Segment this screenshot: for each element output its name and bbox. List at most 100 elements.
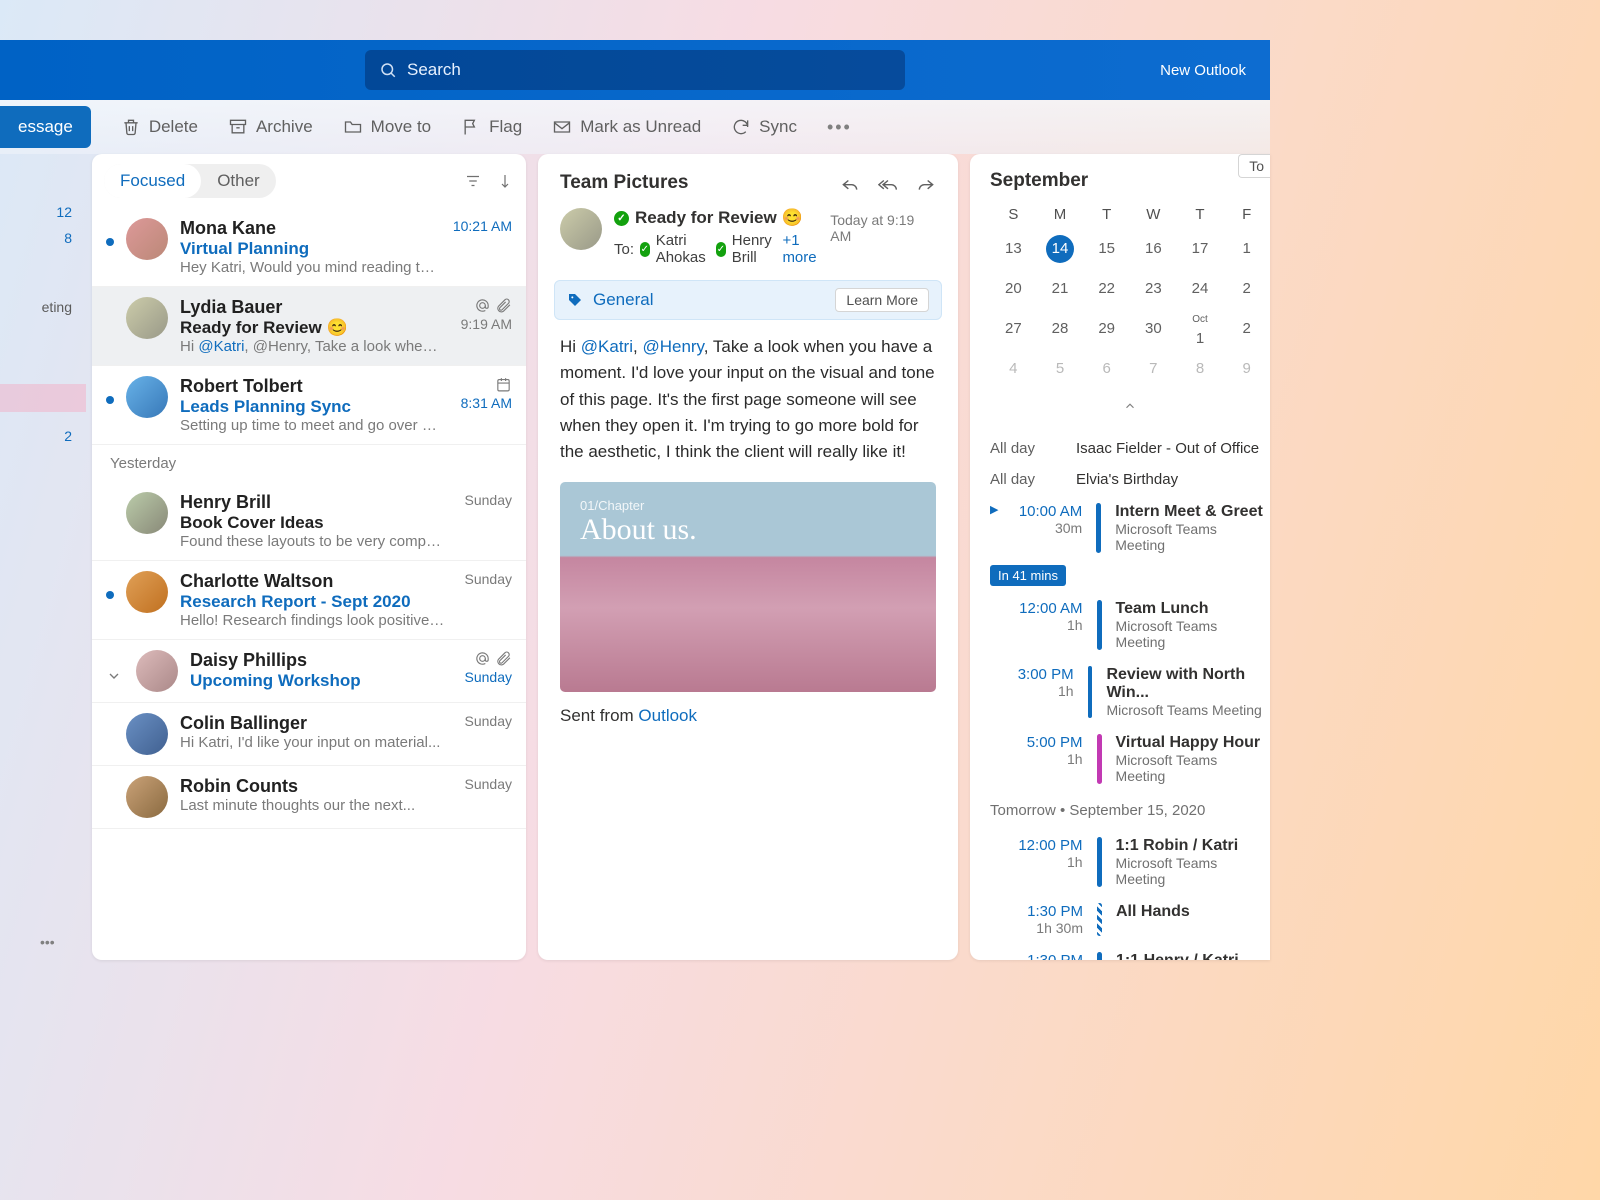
title-bar: Search New Outlook: [0, 40, 1270, 100]
sender: Robert Tolbert: [180, 376, 443, 397]
calendar-day[interactable]: 6: [1083, 355, 1130, 383]
forward-icon[interactable]: [916, 173, 936, 193]
calendar-day[interactable]: 22: [1083, 275, 1130, 303]
calendar-day[interactable]: 20: [990, 275, 1037, 303]
archive-button[interactable]: Archive: [228, 117, 313, 137]
sync-icon: [731, 117, 751, 137]
preview: Found these layouts to be very compellin…: [180, 533, 447, 550]
attachment-image[interactable]: 01/Chapter About us.: [560, 482, 936, 692]
message-item[interactable]: Henry BrillBook Cover IdeasFound these l…: [92, 482, 526, 561]
calendar-day[interactable]: 14: [1046, 235, 1074, 263]
calendar-event[interactable]: 3:00 PM1hReview with North Win...Microso…: [990, 658, 1270, 726]
time: Sunday: [465, 571, 512, 587]
calendar-day[interactable]: 8: [1177, 355, 1224, 383]
calendar-day[interactable]: 5: [1037, 355, 1084, 383]
message-item[interactable]: Colin BallingerHi Katri, I'd like your i…: [92, 703, 526, 766]
calendar-day[interactable]: 4: [990, 355, 1037, 383]
message-item[interactable]: Mona KaneVirtual PlanningHey Katri, Woul…: [92, 208, 526, 287]
calendar-event[interactable]: 12:00 PM1h1:1 Robin / KatriMicrosoft Tea…: [990, 829, 1270, 895]
calendar-day[interactable]: 9: [1223, 355, 1270, 383]
new-outlook-toggle[interactable]: New Outlook: [1160, 62, 1246, 79]
tab-focused[interactable]: Focused: [104, 164, 201, 198]
calendar-day[interactable]: 17: [1177, 235, 1224, 263]
calendar-day[interactable]: 30: [1130, 315, 1177, 343]
folder-icon: [343, 117, 363, 137]
event-bar: [1097, 600, 1102, 650]
overflow-menu[interactable]: •••: [827, 117, 852, 138]
avatar: [126, 571, 168, 613]
calendar-day[interactable]: 15: [1083, 235, 1130, 263]
move-to-button[interactable]: Move to: [343, 117, 431, 137]
calendar-day[interactable]: 21: [1037, 275, 1084, 303]
sort-icon[interactable]: [496, 172, 514, 190]
folder-label: eting: [42, 299, 72, 315]
current-time-icon: ▶: [990, 503, 998, 553]
calendar-icon: [495, 376, 512, 393]
calendar-day[interactable]: 23: [1130, 275, 1177, 303]
window-chrome: [0, 0, 1270, 40]
time: Sunday: [465, 669, 512, 685]
chevron-down-icon[interactable]: [106, 668, 124, 692]
attachment-icon: [495, 650, 512, 667]
avatar: [126, 713, 168, 755]
reply-all-icon[interactable]: [878, 173, 898, 193]
avatar: [126, 492, 168, 534]
calendar-day[interactable]: 29: [1083, 315, 1130, 343]
event-bar: [1088, 666, 1093, 718]
calendar-event[interactable]: ▶10:00 AM30mIntern Meet & GreetMicrosoft…: [990, 495, 1270, 561]
time: Sunday: [465, 492, 512, 508]
mention[interactable]: @Katri: [581, 337, 633, 356]
time: Sunday: [465, 713, 512, 729]
today-button[interactable]: To: [1238, 154, 1270, 178]
mention-icon: [474, 650, 491, 667]
allday-event[interactable]: All dayElvia's Birthday: [990, 464, 1270, 495]
reply-icon[interactable]: [840, 173, 860, 193]
category-color-row[interactable]: [0, 384, 86, 412]
new-message-button[interactable]: essage: [0, 106, 91, 148]
outlook-link[interactable]: Outlook: [638, 706, 697, 725]
calendar-day[interactable]: 27: [990, 315, 1037, 343]
search-input[interactable]: Search: [365, 50, 905, 90]
flag-button[interactable]: Flag: [461, 117, 522, 137]
calendar-day[interactable]: Oct1: [1177, 315, 1224, 343]
calendar-day[interactable]: 13: [990, 235, 1037, 263]
sync-button[interactable]: Sync: [731, 117, 797, 137]
message-item[interactable]: Robert TolbertLeads Planning SyncSetting…: [92, 366, 526, 445]
allday-event[interactable]: All dayIsaac Fielder - Out of Office: [990, 433, 1270, 464]
calendar-day[interactable]: 16: [1130, 235, 1177, 263]
message-item[interactable]: Robin CountsLast minute thoughts our the…: [92, 766, 526, 829]
calendar-event[interactable]: 1:30 PM1:1 Henry / Katri: [990, 944, 1270, 960]
tomorrow-label: Tomorrow • September 15, 2020: [990, 802, 1270, 819]
focused-other-toggle[interactable]: Focused Other: [104, 164, 276, 198]
recipient[interactable]: Henry Brill: [732, 232, 777, 266]
nav-overflow[interactable]: •••: [40, 934, 55, 950]
calendar-day[interactable]: 7: [1130, 355, 1177, 383]
message-item[interactable]: Lydia BauerReady for Review 😊Hi @Katri, …: [92, 287, 526, 366]
calendar-event[interactable]: 12:00 AM1hTeam LunchMicrosoft Teams Meet…: [990, 592, 1270, 658]
category-chip[interactable]: General Learn More: [554, 280, 942, 320]
calendar-day[interactable]: 24: [1177, 275, 1224, 303]
delete-button[interactable]: Delete: [121, 117, 198, 137]
message-item[interactable]: Daisy PhillipsUpcoming WorkshopSunday: [92, 640, 526, 703]
mention[interactable]: @Henry: [642, 337, 703, 356]
sender: Henry Brill: [180, 492, 447, 513]
recipient[interactable]: Katri Ahokas: [656, 232, 710, 266]
collapse-icon[interactable]: [990, 395, 1270, 423]
avatar: [560, 208, 602, 250]
learn-more-button[interactable]: Learn More: [835, 288, 929, 312]
calendar-day[interactable]: 2: [1223, 315, 1270, 343]
mark-unread-button[interactable]: Mark as Unread: [552, 117, 701, 137]
calendar-event[interactable]: 1:30 PM1h 30mAll Hands: [990, 895, 1270, 944]
calendar-day[interactable]: 1: [1223, 235, 1270, 263]
preview: Hi @Katri, @Henry, Take a look when you …: [180, 338, 443, 355]
calendar-day[interactable]: 2: [1223, 275, 1270, 303]
more-recipients[interactable]: +1 more: [782, 232, 818, 266]
message-item[interactable]: Charlotte WaltsonResearch Report - Sept …: [92, 561, 526, 640]
message-date: Today at 9:19 AM: [830, 212, 936, 244]
filter-icon[interactable]: [464, 172, 482, 190]
tab-other[interactable]: Other: [201, 171, 276, 191]
calendar-day[interactable]: 28: [1037, 315, 1084, 343]
preview: Last minute thoughts our the next...: [180, 797, 447, 814]
calendar-event[interactable]: 5:00 PM1hVirtual Happy HourMicrosoft Tea…: [990, 726, 1270, 792]
avatar: [126, 376, 168, 418]
